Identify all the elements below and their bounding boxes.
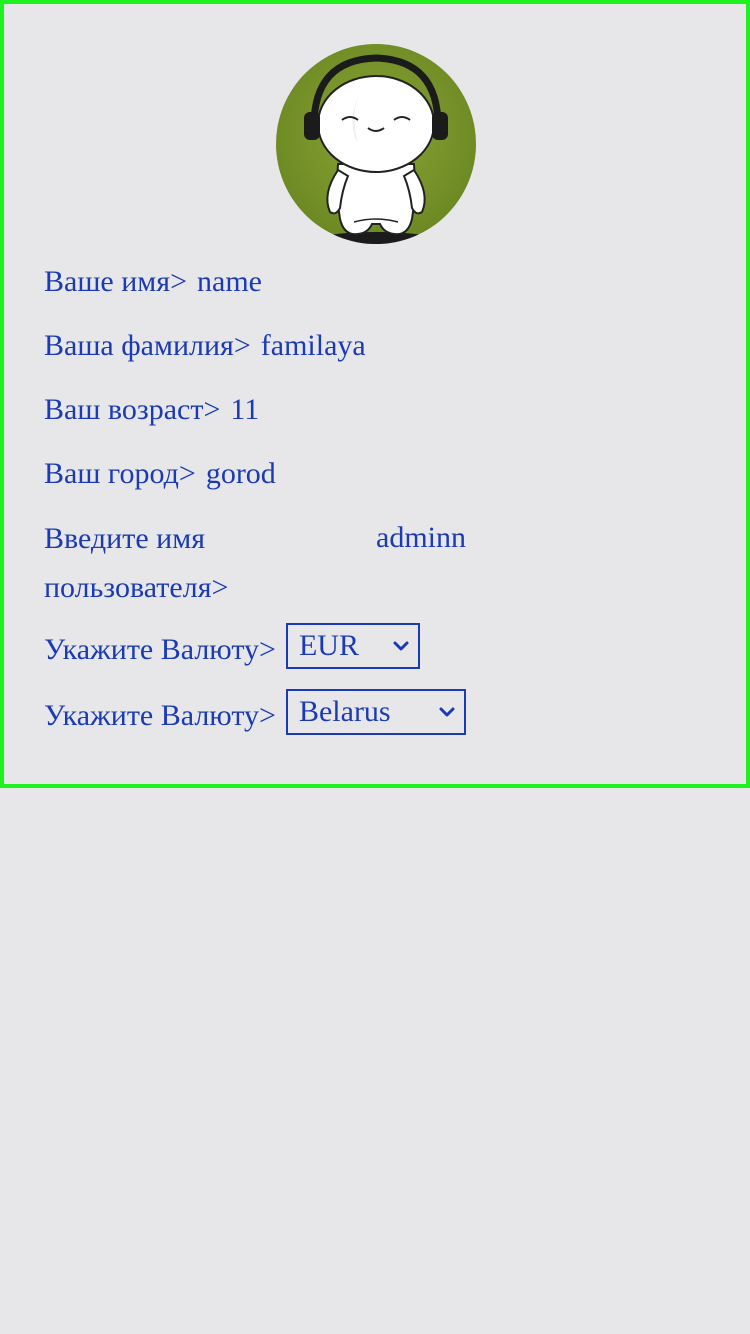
username-label: Введите имя пользователя>: [44, 522, 229, 604]
currency-select[interactable]: EUR: [285, 623, 420, 669]
country-select[interactable]: Belarus: [285, 689, 466, 735]
first-name-label: Ваше имя>: [44, 265, 187, 298]
field-row-first-name: Ваше имя> name: [44, 258, 262, 306]
field-row-username: Введите имя пользователя> adminn: [44, 514, 466, 612]
country-select-value: Belarus: [298, 695, 391, 728]
field-row-last-name: Ваша фамилия> familaya: [44, 322, 366, 370]
chevron-down-icon: [438, 703, 456, 721]
currency-select-value: EUR: [298, 629, 359, 662]
age-label: Ваш возраст>: [44, 393, 221, 426]
city-label: Ваш город>: [44, 457, 196, 490]
field-row-currency: Укажите Валюту> EUR: [44, 623, 420, 674]
last-name-value[interactable]: familaya: [261, 322, 366, 370]
field-row-country: Укажите Валюту> Belarus: [44, 689, 466, 740]
city-value[interactable]: gorod: [206, 450, 276, 498]
field-row-age: Ваш возраст> 11: [44, 386, 259, 434]
avatar-icon: [304, 54, 448, 244]
username-value[interactable]: adminn: [376, 514, 466, 562]
chevron-down-icon: [392, 637, 410, 655]
last-name-label: Ваша фамилия>: [44, 329, 251, 362]
age-value[interactable]: 11: [230, 386, 259, 434]
currency-label: Укажите Валюту>: [44, 633, 276, 666]
avatar: [276, 44, 476, 244]
first-name-value[interactable]: name: [197, 258, 262, 306]
profile-panel: Ваше имя> name Ваша фамилия> familaya Ва…: [0, 0, 750, 788]
country-label: Укажите Валюту>: [44, 699, 276, 732]
field-row-city: Ваш город> gorod: [44, 450, 276, 498]
